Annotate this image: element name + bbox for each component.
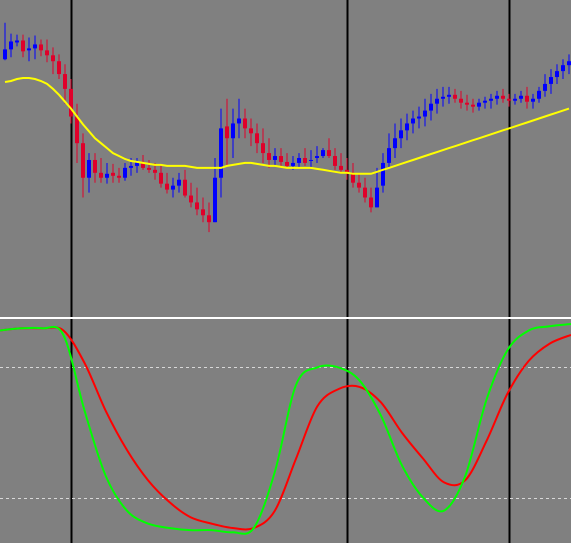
candle-body	[159, 172, 163, 184]
candle-body	[399, 130, 403, 139]
candle-body	[537, 90, 541, 99]
candle-body	[201, 209, 205, 216]
candle-body	[9, 41, 13, 50]
candle-body	[213, 177, 217, 223]
candle-body	[333, 156, 337, 166]
candle-body	[3, 49, 7, 60]
candle-body	[309, 159, 313, 161]
candle-body	[267, 153, 271, 160]
candle-body	[525, 95, 529, 102]
candle-body	[87, 159, 91, 178]
candle-body	[387, 148, 391, 163]
candle-body	[261, 143, 265, 154]
candle-body	[447, 94, 451, 97]
candle-body	[363, 187, 367, 198]
candle-body	[429, 103, 433, 111]
candle-body	[39, 44, 43, 51]
candle-body	[123, 167, 127, 178]
candle-body	[423, 110, 427, 117]
candle-body	[375, 187, 379, 208]
candle-body	[303, 158, 307, 163]
candle-body	[501, 95, 505, 99]
candle-body	[321, 150, 325, 157]
candle-body	[291, 162, 295, 166]
candle-body	[417, 116, 421, 119]
candle-body	[165, 183, 169, 190]
candle-body	[381, 162, 385, 186]
candle-body	[327, 150, 331, 157]
candle-body	[231, 123, 235, 139]
candle-body	[57, 61, 61, 75]
candle-body	[177, 179, 181, 186]
candle-body	[105, 173, 109, 178]
candle-body	[51, 55, 55, 62]
chart-canvas[interactable]	[0, 0, 571, 543]
candle-body	[21, 40, 25, 52]
candle-body	[273, 156, 277, 160]
candle-body	[495, 95, 499, 99]
candle-body	[27, 48, 31, 51]
candle-body	[441, 96, 445, 99]
candle-body	[225, 126, 229, 139]
candle-body	[411, 118, 415, 124]
candle-body	[567, 61, 571, 66]
candle-body	[297, 158, 301, 163]
candle-body	[471, 104, 475, 107]
candle-body	[531, 98, 535, 102]
candle-body	[129, 165, 133, 168]
candle-body	[405, 123, 409, 131]
candle-body	[489, 98, 493, 101]
candle-body	[15, 40, 19, 43]
candle-body	[153, 169, 157, 173]
candle-body	[243, 118, 247, 129]
candle-body	[69, 88, 73, 117]
candle-body	[507, 98, 511, 101]
candle-body	[111, 172, 115, 176]
candle-body	[435, 98, 439, 104]
candle-body	[249, 128, 253, 134]
candle-body	[285, 161, 289, 166]
candle-body	[339, 165, 343, 170]
candle-body	[393, 138, 397, 149]
candle-body	[453, 94, 457, 99]
candle-body	[171, 185, 175, 190]
candle-body	[189, 195, 193, 203]
price-chart-window	[0, 0, 571, 543]
candle-body	[99, 172, 103, 178]
candle-body	[219, 128, 223, 178]
candle-body	[549, 77, 553, 84]
candle-body	[33, 44, 37, 49]
candle-body	[561, 65, 565, 72]
chart-background	[0, 0, 571, 543]
candle-body	[465, 102, 469, 105]
candle-body	[63, 74, 67, 89]
candle-body	[279, 156, 283, 162]
candle-body	[477, 102, 481, 107]
candle-body	[207, 215, 211, 223]
candle-body	[237, 118, 241, 124]
candle-body	[459, 98, 463, 103]
candle-body	[483, 100, 487, 103]
candle-body	[519, 95, 523, 99]
candle-body	[369, 197, 373, 208]
candle-body	[147, 167, 151, 170]
candle-body	[93, 159, 97, 173]
candle-body	[555, 71, 559, 78]
candle-body	[543, 83, 547, 91]
candle-body	[45, 50, 49, 56]
candle-body	[315, 156, 319, 158]
candle-body	[117, 175, 121, 178]
candle-body	[513, 98, 517, 101]
candle-body	[75, 116, 79, 144]
candle-body	[183, 179, 187, 196]
candle-body	[195, 202, 199, 210]
candle-body	[255, 133, 259, 144]
candle-body	[81, 143, 85, 178]
candle-body	[357, 182, 361, 188]
